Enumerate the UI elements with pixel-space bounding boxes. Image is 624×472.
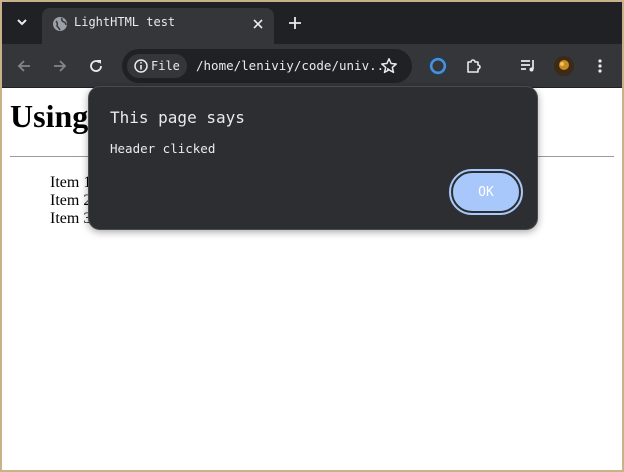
list-item: Item 1 xyxy=(50,174,92,191)
extensions-button[interactable] xyxy=(462,54,486,78)
tab-active[interactable]: LightHTML test xyxy=(42,8,274,44)
media-queue-icon xyxy=(521,60,534,72)
site-info-label: File xyxy=(151,59,180,73)
avatar xyxy=(554,56,574,76)
address-bar[interactable]: File /home/leniviy/code/univ... xyxy=(122,49,412,83)
ok-button[interactable]: OK xyxy=(449,169,523,215)
bookmark-button[interactable] xyxy=(378,55,400,77)
puzzle-icon xyxy=(467,59,481,73)
arrow-right-icon xyxy=(54,60,67,72)
site-info-chip[interactable]: File xyxy=(127,54,187,78)
profile-button[interactable] xyxy=(552,54,576,78)
ring-icon xyxy=(428,56,448,76)
star-icon xyxy=(381,58,397,74)
toolbar: File /home/leniviy/code/univ... xyxy=(2,44,622,88)
alert-dialog: This page says Header clicked OK xyxy=(88,86,538,230)
list-item: Item 2 xyxy=(50,192,92,209)
kebab-menu-icon xyxy=(598,59,602,73)
dialog-message: Header clicked xyxy=(110,141,216,156)
new-tab-button[interactable] xyxy=(284,12,306,34)
info-icon xyxy=(134,59,148,73)
back-button[interactable] xyxy=(12,54,36,78)
tab-strip: LightHTML test xyxy=(2,2,622,44)
forward-button[interactable] xyxy=(48,54,72,78)
plus-icon xyxy=(289,17,301,29)
tab-title: LightHTML test xyxy=(74,15,176,29)
page-heading[interactable]: Using xyxy=(10,98,88,135)
browser-window: LightHTML test File /home/leniviy/code/u… xyxy=(2,2,622,470)
extension-button[interactable] xyxy=(426,54,450,78)
item-list: Item 1 Item 2 Item 3 xyxy=(50,174,91,228)
close-icon xyxy=(253,19,263,29)
globe-icon xyxy=(53,17,67,31)
list-item: Item 3 xyxy=(50,210,92,227)
tab-search-button[interactable] xyxy=(10,10,34,34)
chevron-down-icon xyxy=(17,19,27,26)
dialog-heading: This page says xyxy=(110,108,245,127)
arrow-left-icon xyxy=(17,60,30,72)
browser-menu-button[interactable] xyxy=(588,54,612,78)
reload-icon xyxy=(90,60,102,72)
url-text[interactable]: /home/leniviy/code/univ... xyxy=(196,58,392,73)
reload-button[interactable] xyxy=(84,54,108,78)
tab-close-button[interactable] xyxy=(248,14,268,34)
media-controls-button[interactable] xyxy=(516,54,540,78)
